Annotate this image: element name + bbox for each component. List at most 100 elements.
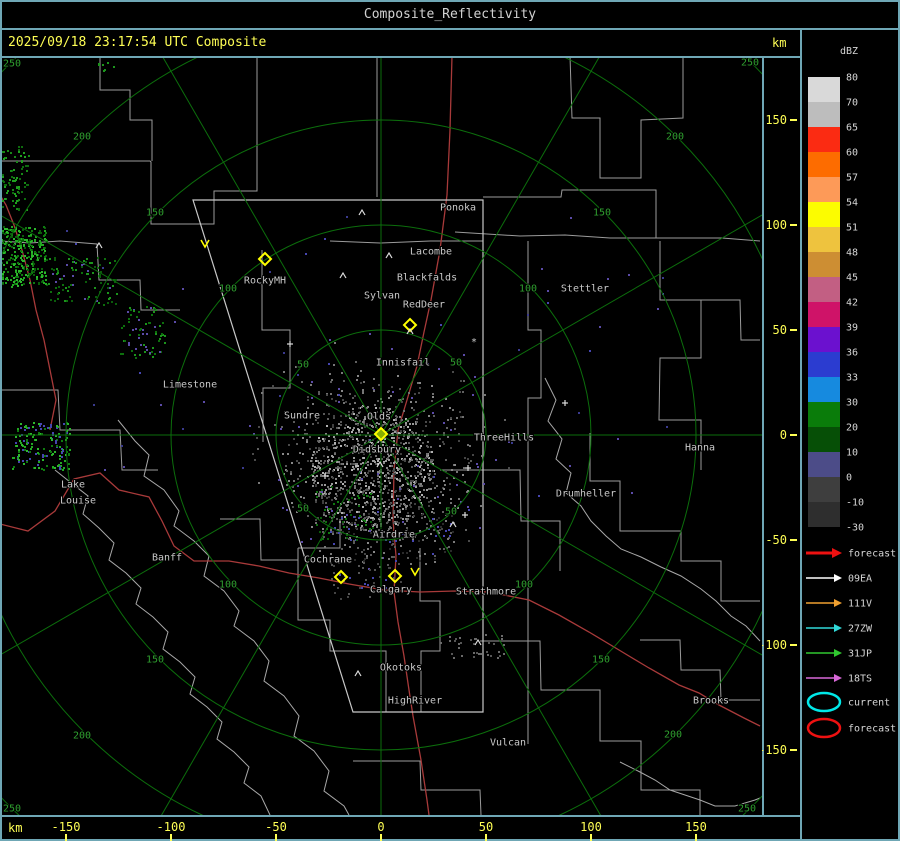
echo-pixel bbox=[452, 371, 454, 373]
echo-pixel bbox=[372, 519, 374, 521]
echo-pixel bbox=[328, 508, 330, 510]
echo-pixel bbox=[361, 587, 363, 589]
dbz-scale-tick-label: 30 bbox=[846, 398, 858, 409]
echo-pixel bbox=[357, 424, 359, 426]
echo-pixel bbox=[348, 531, 350, 533]
city-label: Blackfalds bbox=[397, 273, 457, 284]
echo-pixel bbox=[33, 263, 35, 265]
echo-pixel bbox=[307, 460, 309, 462]
echo-pixel bbox=[377, 460, 379, 462]
echo-pixel bbox=[578, 412, 580, 414]
echo-pixel bbox=[416, 460, 418, 462]
echo-pixel bbox=[38, 257, 40, 259]
echo-pixel bbox=[388, 489, 390, 491]
echo-pixel bbox=[351, 463, 353, 465]
echo-pixel bbox=[362, 567, 364, 569]
echo-pixel bbox=[37, 448, 39, 450]
echo-pixel bbox=[155, 333, 157, 335]
echo-pixel bbox=[21, 265, 23, 267]
echo-pixel bbox=[17, 285, 19, 287]
echo-pixel bbox=[312, 463, 314, 465]
echo-pixel bbox=[62, 450, 64, 452]
echo-pixel bbox=[547, 302, 549, 304]
echo-pixel bbox=[377, 471, 379, 473]
echo-pixel bbox=[366, 516, 368, 518]
echo-pixel bbox=[161, 333, 163, 335]
echo-pixel bbox=[46, 259, 48, 261]
dbz-scale-block bbox=[808, 127, 840, 152]
echo-pixel bbox=[335, 498, 337, 500]
radar-map[interactable]: 5050505010010010010015015015015020020020… bbox=[2, 58, 762, 815]
echo-pixel bbox=[145, 323, 147, 325]
bottom-axis-tick bbox=[65, 834, 67, 841]
echo-pixel bbox=[332, 426, 334, 428]
echo-pixel bbox=[427, 467, 429, 469]
echo-pixel bbox=[352, 411, 354, 413]
echo-pixel bbox=[384, 423, 386, 425]
echo-pixel bbox=[368, 516, 370, 518]
city-label: Hanna bbox=[685, 443, 715, 454]
echo-pixel bbox=[320, 460, 322, 462]
echo-pixel bbox=[26, 170, 28, 172]
range-ring-label: 50 bbox=[297, 360, 309, 371]
echo-pixel bbox=[362, 389, 364, 391]
echo-pixel bbox=[50, 424, 52, 426]
echo-pixel bbox=[29, 247, 31, 249]
echo-pixel bbox=[328, 440, 330, 442]
echo-pixel bbox=[391, 493, 393, 495]
echo-pixel bbox=[378, 384, 380, 386]
echo-pixel bbox=[394, 546, 396, 548]
echo-pixel bbox=[305, 481, 307, 483]
echo-pixel bbox=[444, 551, 446, 553]
echo-pixel bbox=[411, 431, 413, 433]
echo-pixel bbox=[402, 552, 404, 554]
echo-pixel bbox=[345, 424, 347, 426]
echo-pixel bbox=[440, 642, 442, 644]
echo-pixel bbox=[340, 467, 342, 469]
echo-pixel bbox=[25, 425, 27, 427]
echo-pixel bbox=[13, 247, 15, 249]
echo-pixel bbox=[139, 372, 141, 374]
echo-pixel bbox=[384, 510, 386, 512]
echo-pixel bbox=[352, 397, 354, 399]
echo-pixel bbox=[372, 508, 374, 510]
echo-pixel bbox=[312, 485, 314, 487]
echo-pixel bbox=[430, 533, 432, 535]
echo-pixel bbox=[341, 440, 343, 442]
echo-pixel bbox=[128, 344, 130, 346]
echo-pixel bbox=[403, 443, 405, 445]
echo-pixel bbox=[13, 177, 15, 179]
echo-pixel bbox=[21, 168, 23, 170]
echo-pixel bbox=[152, 356, 154, 358]
echo-pixel bbox=[395, 523, 397, 525]
range-ring-label: 200 bbox=[73, 731, 91, 742]
echo-pixel bbox=[16, 161, 18, 163]
echo-pixel bbox=[6, 262, 8, 264]
echo-pixel bbox=[424, 476, 426, 478]
echo-pixel bbox=[433, 415, 435, 417]
echo-pixel bbox=[160, 404, 162, 406]
county-boundary bbox=[2, 58, 257, 224]
echo-pixel bbox=[38, 242, 40, 244]
echo-pixel bbox=[449, 489, 451, 491]
echo-pixel bbox=[394, 502, 396, 504]
echo-pixel bbox=[307, 407, 309, 409]
echo-pixel bbox=[334, 592, 336, 594]
echo-pixel bbox=[25, 274, 27, 276]
echo-pixel bbox=[376, 541, 378, 543]
map-canvas[interactable]: 5050505010010010010015015015015020020020… bbox=[2, 58, 762, 815]
echo-pixel bbox=[19, 178, 21, 180]
echo-pixel bbox=[350, 436, 352, 438]
echo-pixel bbox=[62, 284, 64, 286]
echo-pixel bbox=[409, 504, 411, 506]
echo-pixel bbox=[17, 276, 19, 278]
echo-pixel bbox=[50, 451, 52, 453]
echo-pixel bbox=[329, 516, 331, 518]
echo-pixel bbox=[370, 482, 372, 484]
echo-pixel bbox=[370, 517, 372, 519]
echo-pixel bbox=[459, 637, 461, 639]
echo-pixel bbox=[16, 283, 18, 285]
echo-pixel bbox=[434, 497, 436, 499]
echo-pixel bbox=[407, 557, 409, 559]
echo-pixel bbox=[128, 342, 130, 344]
